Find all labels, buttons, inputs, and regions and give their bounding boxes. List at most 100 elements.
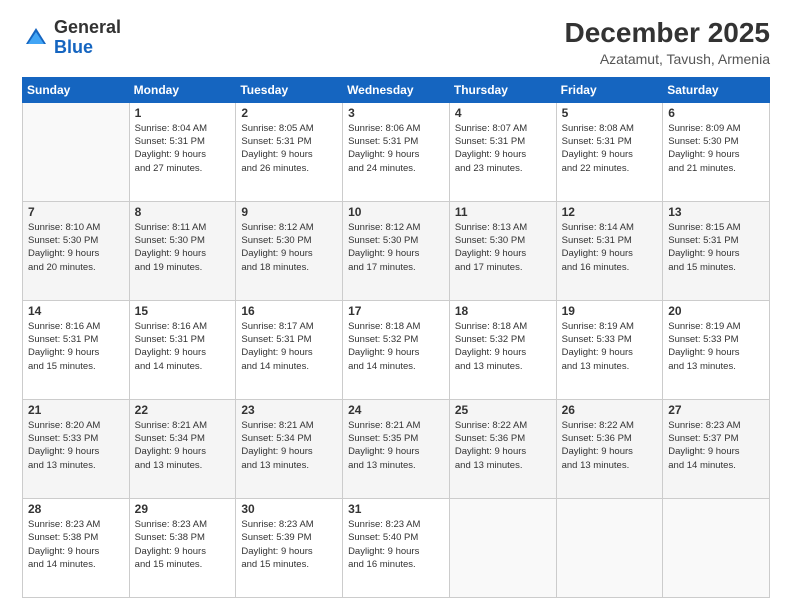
calendar-cell: 5Sunrise: 8:08 AM Sunset: 5:31 PM Daylig… [556, 102, 663, 201]
logo: General Blue [22, 18, 121, 58]
day-info: Sunrise: 8:19 AM Sunset: 5:33 PM Dayligh… [562, 320, 658, 373]
calendar-header-tuesday: Tuesday [236, 77, 343, 102]
day-number: 14 [28, 304, 124, 318]
day-number: 25 [455, 403, 551, 417]
day-info: Sunrise: 8:18 AM Sunset: 5:32 PM Dayligh… [455, 320, 551, 373]
day-number: 9 [241, 205, 337, 219]
day-info: Sunrise: 8:21 AM Sunset: 5:34 PM Dayligh… [135, 419, 231, 472]
calendar-header-thursday: Thursday [449, 77, 556, 102]
day-info: Sunrise: 8:14 AM Sunset: 5:31 PM Dayligh… [562, 221, 658, 274]
day-info: Sunrise: 8:20 AM Sunset: 5:33 PM Dayligh… [28, 419, 124, 472]
calendar-cell: 3 Sunrise: 8:06 AM Sunset: 5:31 PM Daylig… [343, 102, 450, 201]
day-info: Sunrise: 8:18 AM Sunset: 5:32 PM Dayligh… [348, 320, 444, 373]
day-info: Sunrise: 8:23 AM Sunset: 5:40 PM Dayligh… [348, 518, 444, 571]
day-info: Sunrise: 8:17 AM Sunset: 5:31 PM Dayligh… [241, 320, 337, 373]
calendar-cell: 10Sunrise: 8:12 AM Sunset: 5:30 PM Dayli… [343, 201, 450, 300]
day-info: Sunrise: 8:16 AM Sunset: 5:31 PM Dayligh… [28, 320, 124, 373]
day-number: 12 [562, 205, 658, 219]
day-info: Sunrise: 8:04 AM Sunset: 5:31 PM Dayligh… [135, 122, 231, 175]
day-number: 3 [348, 106, 444, 120]
day-number: 30 [241, 502, 337, 516]
day-info: Sunrise: 8:22 AM Sunset: 5:36 PM Dayligh… [455, 419, 551, 472]
calendar-cell: 23 Sunrise: 8:21 AM Sunset: 5:34 PM Dayli… [236, 399, 343, 498]
calendar-cell: 19 Sunrise: 8:19 AM Sunset: 5:33 PM Dayli… [556, 300, 663, 399]
calendar-cell [663, 498, 770, 597]
page: General Blue December 2025 Azatamut, Tav… [0, 0, 792, 612]
day-number: 4 [455, 106, 551, 120]
calendar-cell: 24 Sunrise: 8:21 AM Sunset: 5:35 PM Dayli… [343, 399, 450, 498]
calendar-table: SundayMondayTuesdayWednesdayThursdayFrid… [22, 77, 770, 598]
day-number: 11 [455, 205, 551, 219]
day-number: 10 [348, 205, 444, 219]
day-info: Sunrise: 8:21 AM Sunset: 5:34 PM Dayligh… [241, 419, 337, 472]
calendar-cell: 13Sunrise: 8:15 AM Sunset: 5:31 PM Dayli… [663, 201, 770, 300]
day-info: Sunrise: 8:21 AM Sunset: 5:35 PM Dayligh… [348, 419, 444, 472]
header: General Blue December 2025 Azatamut, Tav… [22, 18, 770, 67]
day-number: 26 [562, 403, 658, 417]
day-info: Sunrise: 8:11 AM Sunset: 5:30 PM Dayligh… [135, 221, 231, 274]
calendar-cell: 14 Sunrise: 8:16 AM Sunset: 5:31 PM Dayli… [23, 300, 130, 399]
calendar-header-saturday: Saturday [663, 77, 770, 102]
day-number: 1 [135, 106, 231, 120]
day-number: 23 [241, 403, 337, 417]
calendar-cell [449, 498, 556, 597]
calendar-cell: 7 Sunrise: 8:10 AM Sunset: 5:30 PM Daylig… [23, 201, 130, 300]
day-number: 16 [241, 304, 337, 318]
day-info: Sunrise: 8:09 AM Sunset: 5:30 PM Dayligh… [668, 122, 764, 175]
day-number: 31 [348, 502, 444, 516]
day-number: 21 [28, 403, 124, 417]
day-number: 15 [135, 304, 231, 318]
calendar-cell: 15 Sunrise: 8:16 AM Sunset: 5:31 PM Dayli… [129, 300, 236, 399]
day-info: Sunrise: 8:23 AM Sunset: 5:38 PM Dayligh… [135, 518, 231, 571]
calendar-cell: 9Sunrise: 8:12 AM Sunset: 5:30 PM Daylig… [236, 201, 343, 300]
main-title: December 2025 [565, 18, 770, 49]
calendar-cell: 12 Sunrise: 8:14 AM Sunset: 5:31 PM Dayli… [556, 201, 663, 300]
calendar-header-monday: Monday [129, 77, 236, 102]
day-info: Sunrise: 8:16 AM Sunset: 5:31 PM Dayligh… [135, 320, 231, 373]
calendar-cell: 2Sunrise: 8:05 AM Sunset: 5:31 PM Daylig… [236, 102, 343, 201]
day-info: Sunrise: 8:23 AM Sunset: 5:37 PM Dayligh… [668, 419, 764, 472]
day-number: 6 [668, 106, 764, 120]
calendar-cell: 1 Sunrise: 8:04 AM Sunset: 5:31 PM Daylig… [129, 102, 236, 201]
day-info: Sunrise: 8:10 AM Sunset: 5:30 PM Dayligh… [28, 221, 124, 274]
day-info: Sunrise: 8:13 AM Sunset: 5:30 PM Dayligh… [455, 221, 551, 274]
calendar-cell: 4 Sunrise: 8:07 AM Sunset: 5:31 PM Daylig… [449, 102, 556, 201]
day-info: Sunrise: 8:19 AM Sunset: 5:33 PM Dayligh… [668, 320, 764, 373]
title-block: December 2025 Azatamut, Tavush, Armenia [565, 18, 770, 67]
day-number: 8 [135, 205, 231, 219]
day-number: 2 [241, 106, 337, 120]
day-info: Sunrise: 8:07 AM Sunset: 5:31 PM Dayligh… [455, 122, 551, 175]
day-info: Sunrise: 8:06 AM Sunset: 5:31 PM Dayligh… [348, 122, 444, 175]
day-number: 19 [562, 304, 658, 318]
calendar-cell: 22 Sunrise: 8:21 AM Sunset: 5:34 PM Dayli… [129, 399, 236, 498]
calendar-cell: 31 Sunrise: 8:23 AM Sunset: 5:40 PM Dayli… [343, 498, 450, 597]
day-number: 22 [135, 403, 231, 417]
calendar-cell [556, 498, 663, 597]
calendar-cell: 30Sunrise: 8:23 AM Sunset: 5:39 PM Dayli… [236, 498, 343, 597]
day-number: 28 [28, 502, 124, 516]
day-number: 24 [348, 403, 444, 417]
calendar-cell: 27Sunrise: 8:23 AM Sunset: 5:37 PM Dayli… [663, 399, 770, 498]
calendar-cell: 18 Sunrise: 8:18 AM Sunset: 5:32 PM Dayli… [449, 300, 556, 399]
calendar-week-row: 28 Sunrise: 8:23 AM Sunset: 5:38 PM Dayli… [23, 498, 770, 597]
calendar-cell: 28 Sunrise: 8:23 AM Sunset: 5:38 PM Dayli… [23, 498, 130, 597]
logo-general-text: General [54, 17, 121, 37]
logo-blue-text: Blue [54, 37, 93, 57]
day-number: 18 [455, 304, 551, 318]
calendar-cell: 6 Sunrise: 8:09 AM Sunset: 5:30 PM Daylig… [663, 102, 770, 201]
calendar-cell: 11 Sunrise: 8:13 AM Sunset: 5:30 PM Dayli… [449, 201, 556, 300]
calendar-week-row: 21 Sunrise: 8:20 AM Sunset: 5:33 PM Dayli… [23, 399, 770, 498]
calendar-cell: 29 Sunrise: 8:23 AM Sunset: 5:38 PM Dayli… [129, 498, 236, 597]
calendar-cell: 25 Sunrise: 8:22 AM Sunset: 5:36 PM Dayli… [449, 399, 556, 498]
day-info: Sunrise: 8:23 AM Sunset: 5:38 PM Dayligh… [28, 518, 124, 571]
calendar-cell: 16 Sunrise: 8:17 AM Sunset: 5:31 PM Dayli… [236, 300, 343, 399]
day-number: 7 [28, 205, 124, 219]
day-number: 29 [135, 502, 231, 516]
calendar-header-sunday: Sunday [23, 77, 130, 102]
logo-text: General Blue [54, 18, 121, 58]
day-info: Sunrise: 8:08 AM Sunset: 5:31 PM Dayligh… [562, 122, 658, 175]
calendar-week-row: 7 Sunrise: 8:10 AM Sunset: 5:30 PM Daylig… [23, 201, 770, 300]
calendar-cell: 26Sunrise: 8:22 AM Sunset: 5:36 PM Dayli… [556, 399, 663, 498]
calendar-cell [23, 102, 130, 201]
day-number: 17 [348, 304, 444, 318]
